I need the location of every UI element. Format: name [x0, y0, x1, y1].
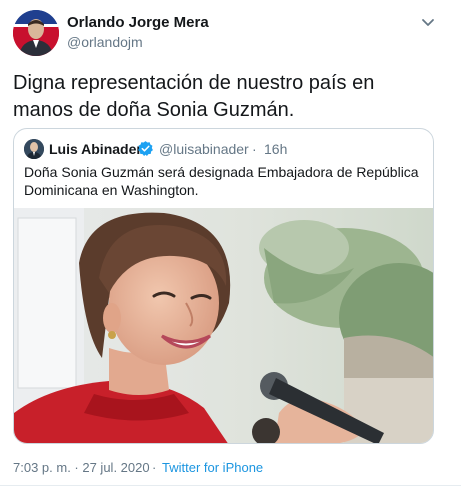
verified-badge-icon: [137, 140, 154, 157]
tweet-text: Digna representación de nuestro país en …: [13, 72, 375, 121]
tweet-source-link[interactable]: Twitter for iPhone: [162, 460, 263, 475]
footer-separator: ·: [152, 460, 157, 475]
quoted-author-handle[interactable]: @luisabinader: [159, 141, 249, 157]
chevron-down-icon[interactable]: [418, 12, 438, 32]
quoted-author-name[interactable]: Luis Abinader: [49, 141, 142, 157]
tweet: Orlando Jorge Mera @orlandojm Digna repr…: [0, 0, 461, 492]
quoted-tweet-card[interactable]: Luis Abinader @luisabinader · 16h Doña S…: [13, 128, 434, 444]
divider: [0, 485, 461, 486]
quoted-tweet-photo[interactable]: [14, 208, 433, 443]
author-handle[interactable]: @orlandojm: [67, 34, 143, 50]
quoted-separator: ·: [252, 141, 257, 157]
author-name[interactable]: Orlando Jorge Mera: [67, 14, 209, 31]
author-avatar[interactable]: [13, 10, 59, 56]
quoted-time[interactable]: 16h: [264, 141, 287, 157]
quoted-tweet-text: Doña Sonia Guzmán será designada Embajad…: [24, 164, 419, 198]
tweet-timestamp[interactable]: 7:03 p. m. · 27 jul. 2020: [13, 460, 150, 475]
quoted-author-avatar[interactable]: [24, 139, 44, 159]
